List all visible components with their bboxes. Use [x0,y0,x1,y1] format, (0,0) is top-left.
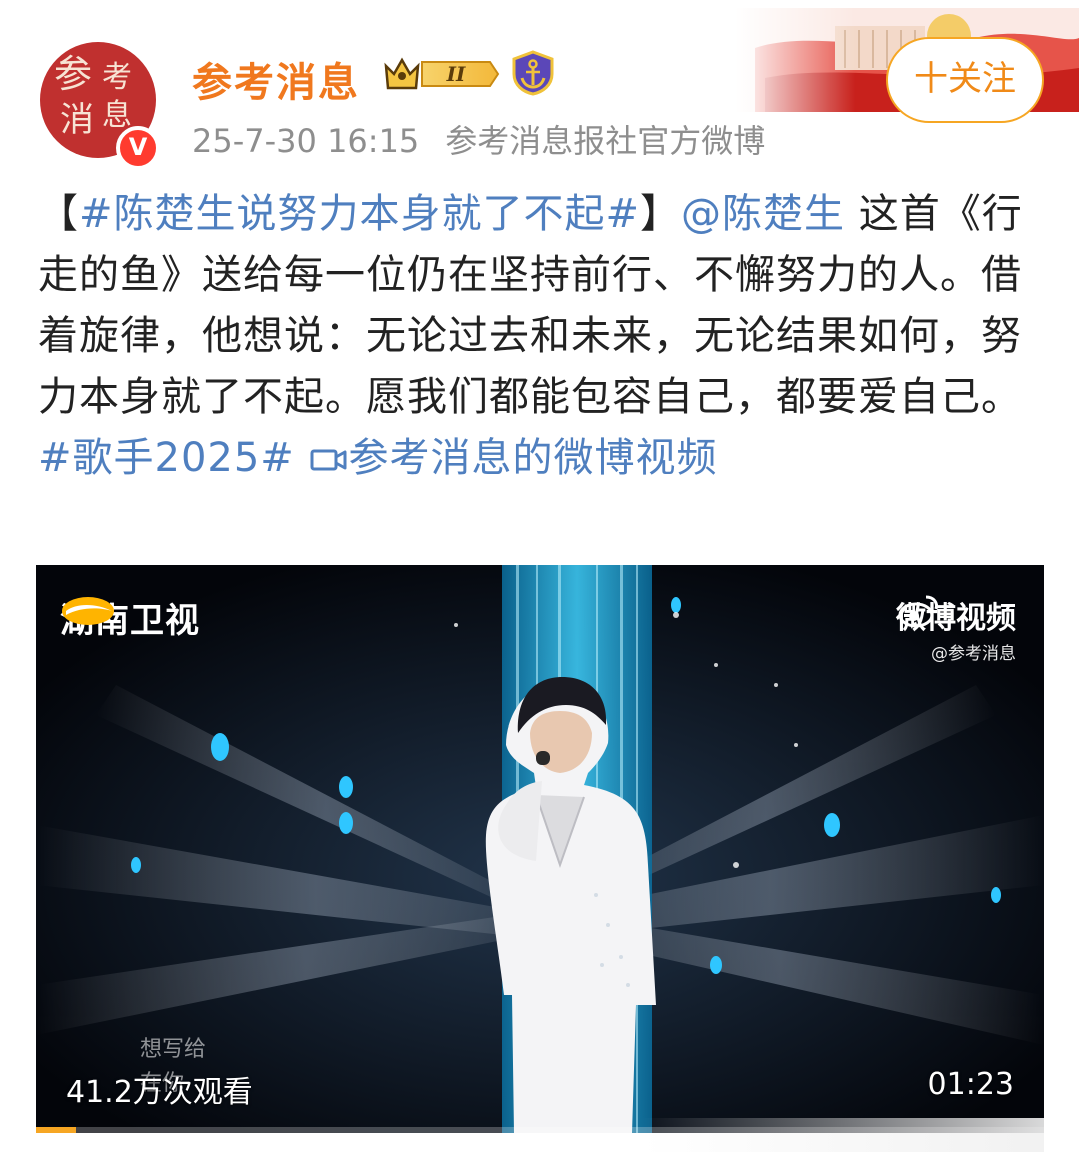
topic-link[interactable]: #陈楚生说努力本身就了不起# [79,191,640,237]
post-meta: 25-7-30 16:15 参考消息报社官方微博 [192,116,765,162]
post-source: 参考消息报社官方微博 [445,122,766,160]
channel-logo: 湖南卫视 [60,593,200,642]
follow-button[interactable]: 十关注 [886,37,1044,123]
level-badge-text: II [446,62,466,86]
post-timestamp: 25-7-30 16:15 [192,122,420,160]
mention-link[interactable]: @陈楚生 [681,191,845,237]
bracket-close: 】 [640,191,682,237]
video-source-link[interactable]: 参考消息的微博视频 [309,435,718,481]
verified-badge-icon: V [116,126,160,170]
bracket-open: 【 [38,191,79,237]
weibo-logo-icon [898,595,938,628]
video-duration: 01:23 [927,1067,1014,1102]
navy-anchor-badge-icon[interactable] [510,50,556,96]
hashtag-link[interactable]: #歌手2025# [38,435,295,481]
post-body: 【#陈楚生说努力本身就了不起#】@陈楚生 这首《行走的鱼》送给每一位仍在坚持前行… [38,184,1038,489]
mango-logo-icon [62,597,114,625]
account-name[interactable]: 参考消息 [192,50,360,108]
bottom-fade [36,1118,1044,1152]
weibo-video-watermark: 微博视频 @参考消息 [896,593,1016,664]
member-crown-badge-icon[interactable]: II [382,54,500,94]
video-icon [310,449,347,471]
video-player[interactable]: 湖南卫视 微博视频 @参考消息 想写给 在你 41.2万次观看 01:23 [36,565,1044,1133]
view-count: 41.2万次观看 [66,1075,253,1110]
